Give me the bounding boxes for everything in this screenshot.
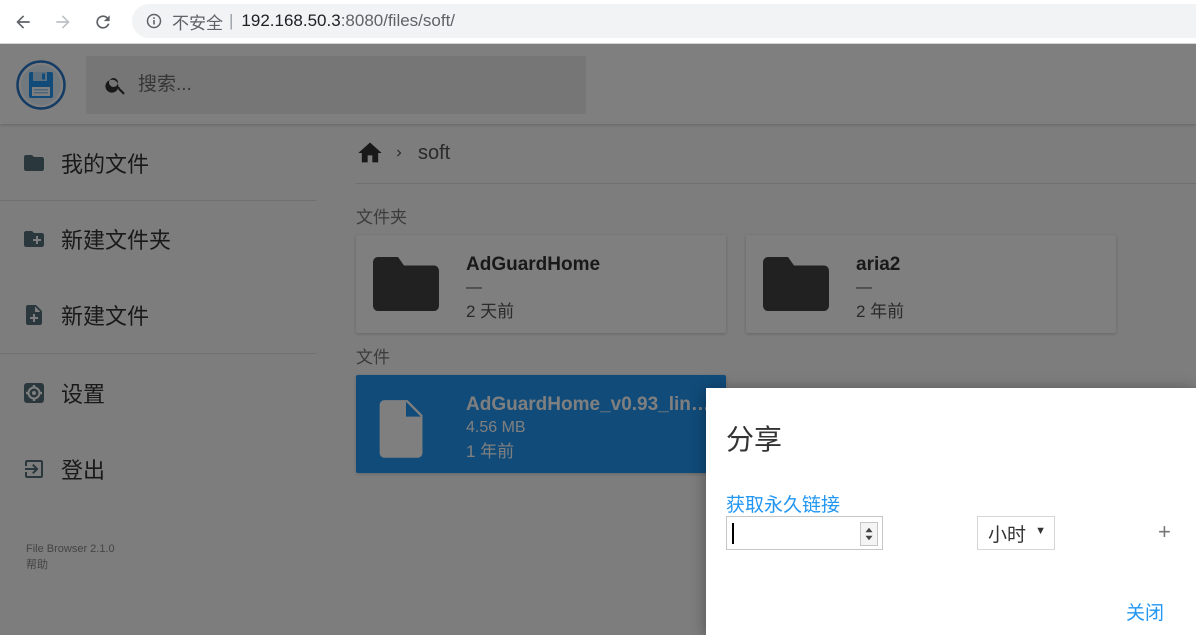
arrow-back-icon [16, 15, 30, 29]
share-dialog: 分享 获取永久链接 小时 ▼ + 关闭 [706, 388, 1196, 635]
duration-input[interactable] [726, 516, 883, 550]
info-icon [146, 13, 162, 29]
arrow-forward-icon [56, 15, 70, 29]
security-status: 不安全 [172, 13, 223, 33]
url-path: :8080/files/soft/ [340, 11, 456, 30]
reload-button[interactable] [90, 9, 116, 35]
browser-toolbar: 不安全 | 192.168.50.3 :8080/files/soft/ [0, 0, 1196, 44]
add-share-button[interactable]: + [1158, 519, 1171, 545]
forward-button[interactable] [50, 9, 76, 35]
back-button[interactable] [10, 9, 36, 35]
number-spinner-icon[interactable] [860, 522, 878, 546]
reload-icon [96, 15, 110, 29]
url-host: 192.168.50.3 [241, 11, 341, 30]
dialog-title: 分享 [726, 424, 783, 455]
time-unit-select[interactable]: 小时 ▼ [977, 516, 1055, 550]
time-unit-value: 小时 [988, 524, 1027, 546]
permalink-link[interactable]: 获取永久链接 [726, 490, 840, 517]
address-bar[interactable]: 不安全 | 192.168.50.3 :8080/files/soft/ [132, 4, 1196, 38]
address-separator: | [229, 11, 234, 30]
text-caret [732, 523, 734, 544]
close-button[interactable]: 关闭 [1126, 598, 1164, 625]
dropdown-arrow-icon: ▼ [1035, 525, 1046, 537]
